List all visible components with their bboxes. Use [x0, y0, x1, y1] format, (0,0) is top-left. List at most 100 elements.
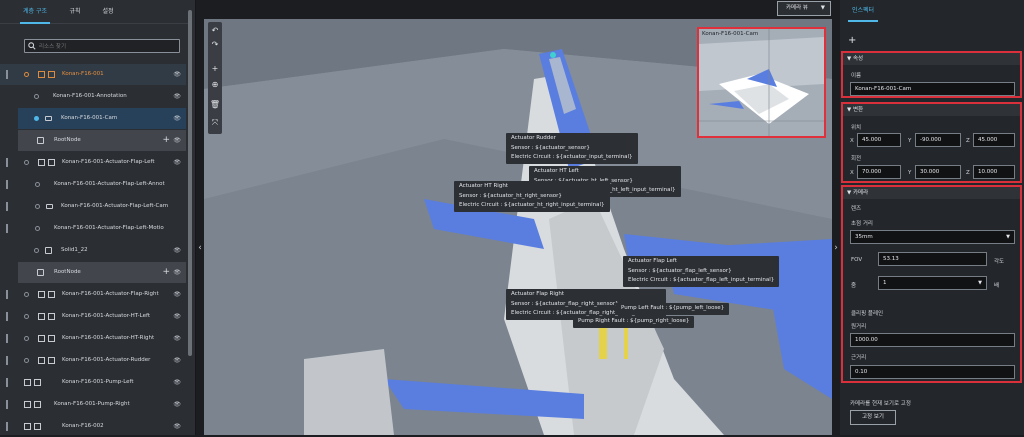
drag-handle[interactable]	[6, 356, 8, 365]
tree-item-rootnode[interactable]: RootNode + 👁	[18, 130, 186, 151]
eye-icon[interactable]: 👁	[173, 284, 181, 305]
trash-icon[interactable]: 🗑	[208, 98, 222, 112]
tree-item[interactable]: Konan-F16-001-Actuator-HT-Left 👁	[0, 306, 186, 327]
annotation-title: Actuator Flap Right	[511, 291, 565, 297]
visibility-dot[interactable]	[34, 248, 39, 253]
add-icon[interactable]: +	[162, 262, 170, 283]
visibility-dot[interactable]	[34, 116, 39, 121]
group-icon	[24, 423, 31, 430]
eye-icon[interactable]: 👁	[173, 86, 181, 107]
focal-length-select[interactable]: 35mm ▼	[850, 230, 1015, 244]
tab-rules[interactable]: 규칙	[64, 0, 86, 24]
visibility-dot[interactable]	[35, 182, 40, 187]
visibility-dot[interactable]	[24, 292, 29, 297]
tree-item[interactable]: Konan-F16-001-Actuator-Flap-Left-Annot	[0, 174, 186, 195]
eye-icon[interactable]: 👁	[173, 306, 181, 327]
eye-icon[interactable]: 👁	[173, 108, 181, 129]
annotation-sensor: Sensor : ${actuator_sensor}	[511, 144, 590, 151]
drag-handle[interactable]	[6, 312, 8, 321]
fix-view-button[interactable]: 고정 보기	[850, 410, 896, 425]
tree-item[interactable]: Konan-F16-001-Pump-Left 👁	[0, 372, 186, 393]
tab-inspector[interactable]: 인스펙터	[848, 0, 879, 22]
undo-icon[interactable]: ↶	[208, 24, 222, 38]
visibility-dot[interactable]	[24, 72, 29, 77]
tab-settings[interactable]: 설정	[96, 0, 120, 24]
drag-handle[interactable]	[6, 158, 8, 167]
tree-item[interactable]: Konan-F16-001-Actuator-Flap-Left 👁	[0, 152, 186, 173]
tree-item[interactable]: Konan-F16-001-Actuator-Flap-Left-Cam	[0, 196, 186, 217]
visibility-dot[interactable]	[34, 94, 39, 99]
name-field[interactable]: Konan-F16-001-Cam	[850, 82, 1015, 96]
tree-item[interactable]: Konan-F16-001-Actuator-Flap-Left-Motio	[0, 218, 186, 239]
eye-icon[interactable]: 👁	[173, 350, 181, 371]
redo-icon[interactable]: ↷	[208, 38, 222, 52]
drag-handle[interactable]	[6, 70, 8, 79]
drag-handle[interactable]	[6, 290, 8, 299]
annotation-circuit: Electric Circuit : ${actuator_ht_right_i…	[459, 202, 605, 208]
search-box[interactable]	[24, 39, 180, 53]
rotation-z-field[interactable]: 10.000	[973, 165, 1015, 179]
tree-item[interactable]: Konan-F16-001-Actuator-HT-Right 👁	[0, 328, 186, 349]
eye-icon[interactable]: 👁	[173, 416, 181, 437]
focal-length-value: 35mm	[855, 234, 873, 240]
tree-item[interactable]: Konan-F16-001-Actuator-Flap-Right 👁	[0, 284, 186, 305]
tree-item-rootnode[interactable]: RootNode + 👁	[18, 262, 186, 283]
collapse-left-icon[interactable]: ‹	[196, 243, 204, 257]
zoom-select[interactable]: 1 ▼	[878, 276, 987, 290]
add-component-icon[interactable]: +	[848, 35, 856, 46]
tree-item[interactable]: Konan-F16-001-Actuator-Rudder 👁	[0, 350, 186, 371]
eye-icon[interactable]: 👁	[173, 262, 181, 283]
position-z-field[interactable]: 45.000	[973, 133, 1015, 147]
eye-icon[interactable]: 👁	[173, 130, 181, 151]
tree-item[interactable]: Konan-F16-001 👁	[0, 64, 186, 85]
fov-field[interactable]: 53.13	[878, 252, 987, 266]
drag-handle[interactable]	[6, 400, 8, 409]
camera-header[interactable]: ▼ 카메라	[843, 187, 1020, 199]
tab-hierarchy[interactable]: 계층 구조	[20, 0, 50, 24]
drag-handle[interactable]	[6, 180, 8, 189]
chevron-down-icon: ▼	[820, 5, 825, 11]
eye-icon[interactable]: 👁	[173, 328, 181, 349]
eye-icon[interactable]: 👁	[173, 64, 181, 85]
hierarchy-scrollbar[interactable]	[188, 10, 192, 356]
tree-item[interactable]: Konan-F16-001-Pump-Right 👁	[0, 394, 186, 415]
drag-handle[interactable]	[6, 334, 8, 343]
tree-item[interactable]: Konan-F16-002 👁	[0, 416, 186, 437]
visibility-dot[interactable]	[24, 314, 29, 319]
fit-view-icon[interactable]: ⤧	[208, 116, 222, 130]
far-clip-field[interactable]: 1000.00	[850, 333, 1015, 347]
search-input[interactable]	[39, 41, 177, 52]
drag-handle[interactable]	[6, 422, 8, 431]
collapse-right-icon[interactable]: ›	[832, 243, 840, 257]
move-icon[interactable]: ⊕	[208, 78, 222, 92]
tree-item[interactable]: Solid1_22 👁	[18, 240, 186, 261]
tree-item[interactable]: Konan-F16-001-Cam 👁	[18, 108, 186, 129]
visibility-dot[interactable]	[24, 160, 29, 165]
eye-icon[interactable]: 👁	[173, 372, 181, 393]
rotation-x-field[interactable]: 70.000	[857, 165, 901, 179]
drag-handle[interactable]	[6, 378, 8, 387]
eye-icon[interactable]: 👁	[173, 240, 181, 261]
eye-icon[interactable]: 👁	[173, 394, 181, 415]
near-clip-field[interactable]: 0.10	[850, 365, 1015, 379]
inspector-panel: 인스펙터 + ▼ 속성 이름 Konan-F16-001-Cam ▼ 변환 위치…	[840, 0, 1024, 435]
camera-view-dropdown[interactable]: 카메라 뷰 ▼	[777, 1, 831, 16]
properties-header[interactable]: ▼ 속성	[843, 53, 1020, 65]
position-y-field[interactable]: -90.000	[915, 133, 961, 147]
visibility-dot[interactable]	[24, 358, 29, 363]
visibility-dot[interactable]	[24, 336, 29, 341]
rotation-y-field[interactable]: 30.000	[915, 165, 961, 179]
visibility-dot[interactable]	[35, 226, 40, 231]
visibility-dot[interactable]	[35, 204, 40, 209]
position-x-field[interactable]: 45.000	[857, 133, 901, 147]
transform-header[interactable]: ▼ 변환	[843, 104, 1020, 116]
near-clip-label: 근거리	[851, 355, 867, 361]
drag-handle[interactable]	[6, 224, 8, 233]
drag-handle[interactable]	[6, 202, 8, 211]
tree-item-label: Konan-F16-001-Actuator-Flap-Left	[62, 159, 155, 165]
tree-item[interactable]: Konan-F16-001-Annotation 👁	[18, 86, 186, 107]
add-icon[interactable]: +	[162, 130, 170, 151]
eye-icon[interactable]: 👁	[173, 152, 181, 173]
add-icon[interactable]: +	[208, 62, 222, 76]
camera-section: ▼ 카메라 렌즈 초점 거리 35mm ▼ FOV 53.13 각도 줌 1 ▼…	[841, 185, 1022, 383]
